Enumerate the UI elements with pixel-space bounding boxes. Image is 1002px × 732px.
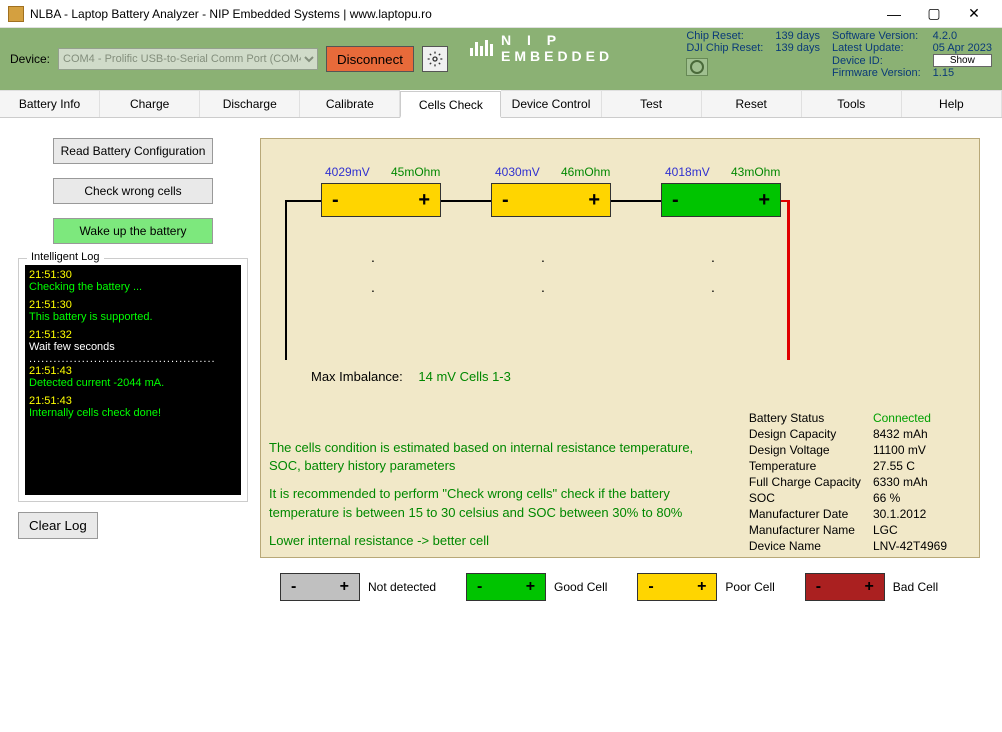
- legend-poor: -+ Poor Cell: [637, 573, 774, 601]
- cell-3-voltage: 4018mV: [665, 165, 710, 179]
- read-config-button[interactable]: Read Battery Configuration: [53, 138, 213, 164]
- cell-3: 4018mV 43mOhm -+: [661, 183, 781, 217]
- chip-reset-label: Chip Reset:: [686, 30, 763, 42]
- device-select[interactable]: COM4 - Prolific USB-to-Serial Comm Port …: [58, 48, 318, 70]
- settings-button[interactable]: [422, 46, 448, 72]
- close-button[interactable]: ✕: [954, 5, 994, 22]
- device-name-value: LNV-42T4969: [873, 539, 957, 553]
- cell-2: 4030mV 46mOhm -+: [491, 183, 611, 217]
- cell-1: 4029mV 45mOhm -+: [321, 183, 441, 217]
- sw-version-value: 4.2.0: [933, 30, 992, 42]
- sw-version-label: Software Version:: [832, 30, 921, 42]
- header-info: Chip Reset: 139 days Software Version: 4…: [686, 30, 992, 79]
- cells-canvas: 4029mV 45mOhm -+ 4030mV 46mOhm -+ 4018mV…: [260, 138, 980, 558]
- legend: -+ Not detected -+ Good Cell -+ Poor Cel…: [280, 573, 938, 601]
- device-id-label: Device ID:: [832, 55, 921, 67]
- manufacturer-date-value: 30.1.2012: [873, 507, 957, 521]
- cell-1-resistance: 45mOhm: [391, 165, 440, 179]
- logo: N I P EMBEDDED: [470, 32, 613, 64]
- tab-reset[interactable]: Reset: [702, 90, 802, 117]
- log-title: Intelligent Log: [27, 251, 104, 263]
- design-capacity-value: 8432 mAh: [873, 427, 957, 441]
- chip-reset-value: 139 days: [775, 30, 820, 42]
- fw-version-label: Firmware Version:: [832, 67, 921, 79]
- camera-icon[interactable]: [686, 58, 708, 76]
- tab-tools[interactable]: Tools: [802, 90, 902, 117]
- explanation-text: The cells condition is estimated based o…: [269, 439, 699, 560]
- design-voltage-value: 11100 mV: [873, 443, 957, 457]
- minimize-button[interactable]: —: [874, 6, 914, 22]
- log-console[interactable]: 21:51:30 Checking the battery ... 21:51:…: [25, 265, 241, 495]
- device-label: Device:: [10, 52, 50, 66]
- soc-value: 66 %: [873, 491, 957, 505]
- latest-update-label: Latest Update:: [832, 42, 921, 54]
- latest-update-value: 05 Apr 2023: [933, 42, 992, 54]
- cell-3-resistance: 43mOhm: [731, 165, 780, 179]
- left-column: Read Battery Configuration Check wrong c…: [18, 138, 248, 539]
- window-title: NLBA - Laptop Battery Analyzer - NIP Emb…: [30, 7, 874, 21]
- cell-2-resistance: 46mOhm: [561, 165, 610, 179]
- battery-stats: Battery StatusConnected Design Capacity8…: [747, 409, 959, 555]
- title-bar: NLBA - Laptop Battery Analyzer - NIP Emb…: [0, 0, 1002, 28]
- cell-1-voltage: 4029mV: [325, 165, 370, 179]
- max-imbalance: Max Imbalance: 14 mV Cells 1-3: [311, 369, 511, 384]
- content-area: Read Battery Configuration Check wrong c…: [0, 118, 1002, 732]
- toolbar: Device: COM4 - Prolific USB-to-Serial Co…: [0, 28, 1002, 90]
- legend-bad: -+ Bad Cell: [805, 573, 938, 601]
- log-group: Intelligent Log 21:51:30 Checking the ba…: [18, 258, 248, 502]
- show-device-id-button[interactable]: Show: [933, 54, 992, 67]
- tab-battery-info[interactable]: Battery Info: [0, 90, 100, 117]
- legend-not-detected: -+ Not detected: [280, 573, 436, 601]
- tab-device-control[interactable]: Device Control: [501, 90, 601, 117]
- tab-test[interactable]: Test: [602, 90, 702, 117]
- clear-log-button[interactable]: Clear Log: [18, 512, 98, 539]
- full-charge-capacity-value: 6330 mAh: [873, 475, 957, 489]
- temperature-value: 27.55 C: [873, 459, 957, 473]
- manufacturer-name-value: LGC: [873, 523, 957, 537]
- tab-bar: Battery Info Charge Discharge Calibrate …: [0, 90, 1002, 118]
- gear-icon: [427, 51, 443, 67]
- fw-version-value: 1.15: [933, 67, 992, 79]
- disconnect-button[interactable]: Disconnect: [326, 46, 414, 72]
- wake-battery-button[interactable]: Wake up the battery: [53, 218, 213, 244]
- dji-reset-value: 139 days: [775, 42, 820, 54]
- check-wrong-cells-button[interactable]: Check wrong cells: [53, 178, 213, 204]
- legend-good: -+ Good Cell: [466, 573, 607, 601]
- maximize-button[interactable]: ▢: [914, 5, 954, 22]
- tab-charge[interactable]: Charge: [100, 90, 200, 117]
- dji-reset-label: DJI Chip Reset:: [686, 42, 763, 54]
- tab-cells-check[interactable]: Cells Check: [400, 91, 501, 118]
- max-imbalance-value: 14 mV Cells 1-3: [418, 369, 510, 384]
- tab-discharge[interactable]: Discharge: [200, 90, 300, 117]
- tab-calibrate[interactable]: Calibrate: [300, 90, 400, 117]
- battery-status-value: Connected: [873, 411, 957, 425]
- app-icon: [8, 6, 24, 22]
- cell-2-voltage: 4030mV: [495, 165, 540, 179]
- tab-help[interactable]: Help: [902, 90, 1002, 117]
